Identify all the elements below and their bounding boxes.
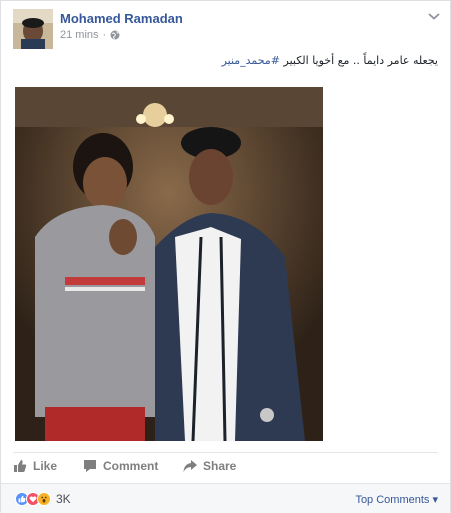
thumbs-up-icon bbox=[14, 460, 27, 472]
post-text: يجعله عامر دايماً .. مع أخويا الكبير #مح… bbox=[222, 54, 438, 67]
post-hashtag[interactable]: #محمد_منير bbox=[222, 54, 280, 67]
actions-divider bbox=[13, 452, 438, 453]
post-card: Mohamed Ramadan 21 mins · يجعله عامر داي… bbox=[0, 0, 451, 513]
share-label: Share bbox=[203, 459, 237, 473]
reactions-bar: 3K Top Comments ▾ bbox=[1, 483, 450, 513]
share-button[interactable]: Share bbox=[183, 459, 236, 473]
top-comments-dropdown[interactable]: Top Comments ▾ bbox=[355, 493, 438, 506]
photo-image bbox=[15, 87, 323, 441]
author-avatar[interactable] bbox=[13, 9, 53, 49]
post-options-chevron-icon[interactable] bbox=[427, 11, 441, 21]
comment-bubble-icon bbox=[84, 460, 96, 472]
reaction-summary[interactable]: 3K bbox=[15, 492, 71, 506]
post-time[interactable]: 21 mins bbox=[60, 29, 99, 41]
author-name[interactable]: Mohamed Ramadan bbox=[60, 11, 183, 26]
action-bar: Like Comment Share bbox=[13, 459, 236, 473]
meta-separator: · bbox=[102, 29, 107, 41]
like-label: Like bbox=[33, 459, 58, 473]
comment-label: Comment bbox=[103, 459, 159, 473]
post-photo[interactable] bbox=[15, 87, 323, 441]
privacy-globe-icon[interactable] bbox=[110, 30, 120, 40]
post-meta: 21 mins · bbox=[60, 29, 120, 41]
like-button[interactable]: Like bbox=[13, 459, 83, 473]
share-arrow-icon bbox=[183, 460, 197, 472]
reaction-count[interactable]: 3K bbox=[56, 492, 71, 506]
post-text-body: يجعله عامر دايماً .. مع أخويا الكبير bbox=[280, 54, 439, 67]
comment-button[interactable]: Comment bbox=[83, 459, 183, 473]
avatar-image bbox=[13, 9, 53, 49]
wow-reaction-icon bbox=[37, 492, 51, 506]
